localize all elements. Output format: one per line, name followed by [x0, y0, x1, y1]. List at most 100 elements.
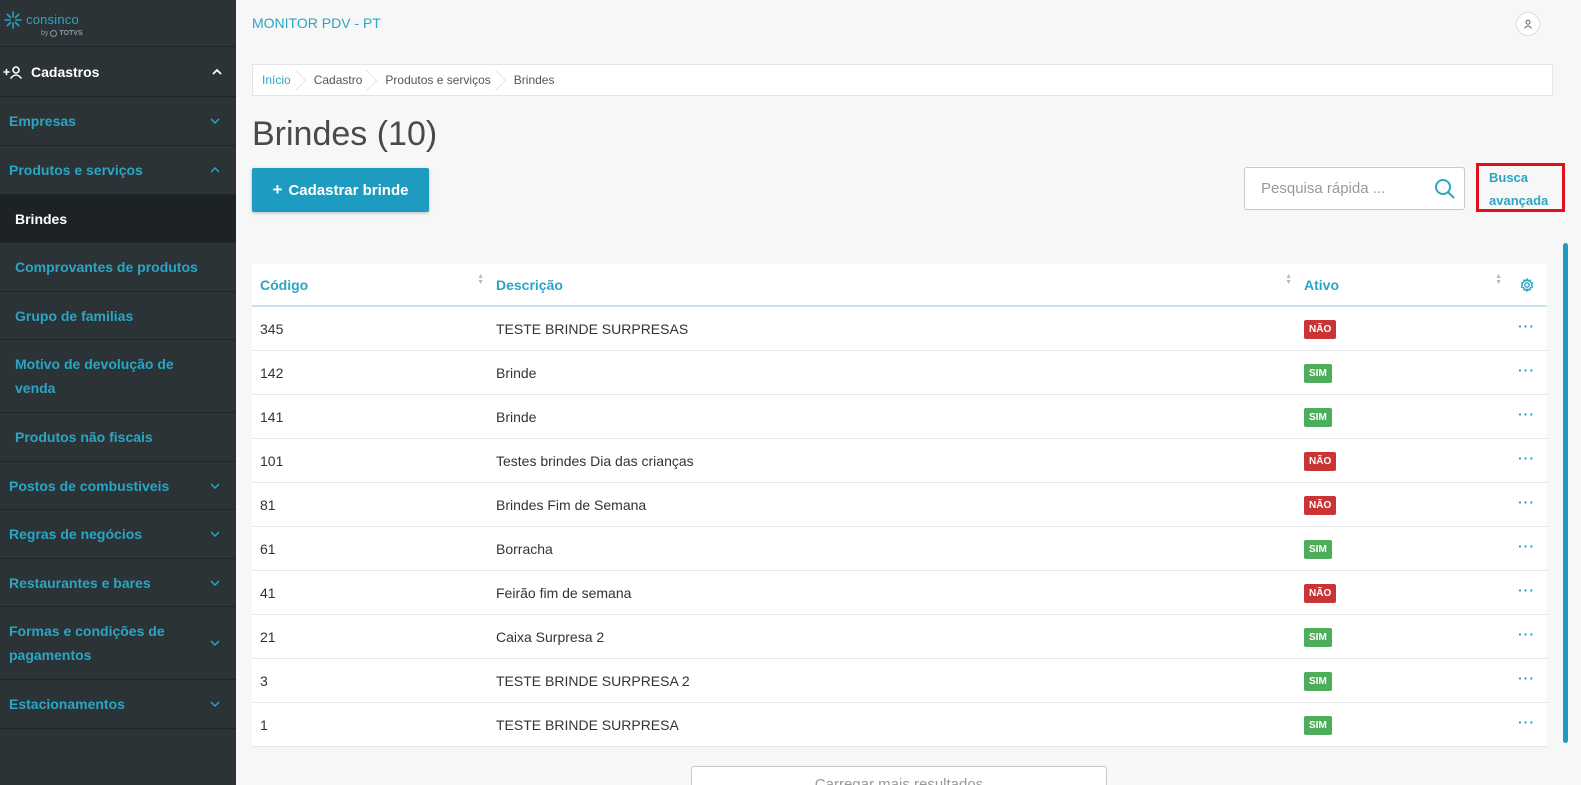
sidebar-item-postos[interactable]: Postos de combustiveis — [0, 462, 236, 510]
cell-ativo: NÃO — [1296, 319, 1506, 339]
add-brinde-button[interactable]: + Cadastrar brinde — [252, 168, 429, 212]
cell-codigo: 61 — [260, 540, 276, 557]
table-row[interactable]: 141 Brinde SIM ··· — [252, 395, 1547, 439]
status-badge: SIM — [1304, 715, 1332, 735]
row-actions-button[interactable]: ··· — [1506, 495, 1547, 509]
status-badge: NÃO — [1304, 319, 1337, 339]
row-actions-button[interactable]: ··· — [1506, 319, 1547, 333]
breadcrumb-produtos-servicos[interactable]: Produtos e serviços — [372, 65, 500, 95]
table-row[interactable]: 1 TESTE BRINDE SURPRESA SIM ··· — [252, 703, 1547, 747]
more-options-icon: ··· — [1518, 669, 1535, 686]
row-actions-button[interactable]: ··· — [1506, 715, 1547, 729]
sidebar: consinco by TOTVS Cadastros Empresas Pro… — [0, 0, 236, 785]
sidebar-item-label: Empresas — [9, 113, 76, 129]
more-options-icon: ··· — [1518, 493, 1535, 510]
column-header-ativo[interactable]: Ativo ▲ ▼ — [1296, 264, 1506, 305]
chevron-down-icon — [210, 640, 220, 647]
row-actions-button[interactable]: ··· — [1506, 583, 1547, 597]
cell-codigo: 3 — [260, 672, 268, 689]
breadcrumb-brindes: Brindes — [513, 73, 555, 87]
logo: consinco by TOTVS — [0, 0, 236, 47]
quick-search — [1244, 167, 1465, 210]
chevron-up-icon — [212, 68, 222, 75]
table-row[interactable]: 81 Brindes Fim de Semana NÃO ··· — [252, 483, 1547, 527]
sidebar-item-produtos-nao-fiscais[interactable]: Produtos não fiscais — [0, 413, 236, 462]
chevron-up-icon — [210, 166, 220, 173]
advanced-search-line1: Busca — [1489, 170, 1529, 185]
sidebar-item-label: Estacionamentos — [9, 696, 125, 712]
gear-icon — [1520, 277, 1533, 292]
sidebar-item-label: Produtos e serviços — [9, 162, 143, 178]
advanced-search-link[interactable]: Busca avançada — [1476, 163, 1565, 212]
sidebar-item-brindes[interactable]: Brindes — [0, 195, 236, 243]
chevron-down-icon — [210, 531, 220, 538]
row-actions-button[interactable]: ··· — [1506, 363, 1547, 377]
cell-codigo: 81 — [260, 496, 276, 513]
row-actions-button[interactable]: ··· — [1506, 671, 1547, 685]
cell-codigo: 141 — [260, 408, 284, 425]
breadcrumb-cadastro[interactable]: Cadastro — [301, 65, 373, 95]
sidebar-item-restaurantes[interactable]: Restaurantes e bares — [0, 559, 236, 607]
sidebar-item-regras[interactable]: Regras de negócios — [0, 510, 236, 559]
status-badge: SIM — [1304, 627, 1332, 647]
column-header-descricao[interactable]: Descrição ▲ ▼ — [488, 264, 1296, 305]
table-row[interactable]: 21 Caixa Surpresa 2 SIM ··· — [252, 615, 1547, 659]
logo-totvs-text: TOTVS — [59, 29, 83, 37]
cell-codigo: 101 — [260, 452, 284, 469]
table-settings-button[interactable] — [1506, 264, 1547, 305]
table-row[interactable]: 61 Borracha SIM ··· — [252, 527, 1547, 571]
row-actions-button[interactable]: ··· — [1506, 451, 1547, 465]
logo-text: consinco — [26, 12, 79, 27]
sidebar-item-empresas[interactable]: Empresas — [0, 97, 236, 146]
cell-ativo: SIM — [1296, 671, 1506, 691]
sidebar-item-estacionamentos[interactable]: Estacionamentos — [0, 680, 236, 729]
cell-descricao: Caixa Surpresa 2 — [496, 628, 605, 645]
row-actions-button[interactable]: ··· — [1506, 539, 1547, 553]
status-badge: SIM — [1304, 407, 1332, 427]
table-row[interactable]: 101 Testes brindes Dia das crianças NÃO ··· — [252, 439, 1547, 483]
more-options-icon: ··· — [1518, 317, 1535, 334]
table-body: 345 TESTE BRINDE SURPRESAS NÃO ··· 142 Brinde… — [252, 307, 1547, 747]
sort-icon: ▲ ▼ — [1285, 273, 1292, 286]
cell-descricao: TESTE BRINDE SURPRESA — [496, 716, 679, 733]
add-button-label: Cadastrar brinde — [288, 181, 409, 199]
status-badge: NÃO — [1304, 451, 1337, 471]
cell-ativo: NÃO — [1296, 451, 1506, 471]
sidebar-item-motivo-devolucao[interactable]: Motivo de devolução de venda — [0, 340, 236, 413]
user-menu-button[interactable] — [1516, 12, 1540, 36]
table-row[interactable]: 3 TESTE BRINDE SURPRESA 2 SIM ··· — [252, 659, 1547, 703]
cell-codigo: 345 — [260, 320, 284, 337]
sidebar-item-label: Comprovantes de produtos — [15, 259, 198, 275]
scrollbar[interactable] — [1563, 243, 1568, 743]
more-options-icon: ··· — [1518, 449, 1535, 466]
cell-ativo: SIM — [1296, 539, 1506, 559]
search-icon[interactable] — [1434, 178, 1456, 200]
sidebar-item-produtos-servicos[interactable]: Produtos e serviços — [0, 146, 236, 195]
sidebar-item-label: Brindes — [15, 210, 68, 227]
column-header-codigo[interactable]: Código ▲ ▼ — [252, 264, 488, 305]
more-options-icon: ··· — [1518, 581, 1535, 598]
row-actions-button[interactable]: ··· — [1506, 407, 1547, 421]
more-options-icon: ··· — [1518, 361, 1535, 378]
row-actions-button[interactable]: ··· — [1506, 627, 1547, 641]
plus-icon: + — [272, 180, 283, 199]
breadcrumb-inicio[interactable]: Início — [253, 65, 301, 95]
more-options-icon: ··· — [1518, 537, 1535, 554]
table-row[interactable]: 41 Feirão fim de semana NÃO ··· — [252, 571, 1547, 615]
sidebar-item-comprovantes[interactable]: Comprovantes de produtos — [0, 243, 236, 292]
sidebar-item-grupo-familias[interactable]: Grupo de familias — [0, 292, 236, 340]
table-row[interactable]: 345 TESTE BRINDE SURPRESAS NÃO ··· — [252, 307, 1547, 351]
status-badge: NÃO — [1304, 583, 1337, 603]
sidebar-item-formas-pagamento[interactable]: Formas e condições de pagamentos — [0, 607, 236, 680]
user-icon — [1524, 19, 1532, 29]
cell-ativo: NÃO — [1296, 583, 1506, 603]
cell-ativo: SIM — [1296, 363, 1506, 383]
breadcrumb: Início Cadastro Produtos e serviços Brin… — [252, 64, 1553, 96]
cell-codigo: 1 — [260, 716, 268, 733]
load-more-button[interactable]: Carregar mais resultados — [691, 766, 1107, 785]
search-input[interactable] — [1261, 180, 1434, 197]
advanced-search-line2: avançada — [1489, 193, 1549, 208]
page-title: Brindes (10) — [252, 115, 438, 153]
sidebar-section-cadastros[interactable]: Cadastros — [0, 47, 236, 97]
table-row[interactable]: 142 Brinde SIM ··· — [252, 351, 1547, 395]
